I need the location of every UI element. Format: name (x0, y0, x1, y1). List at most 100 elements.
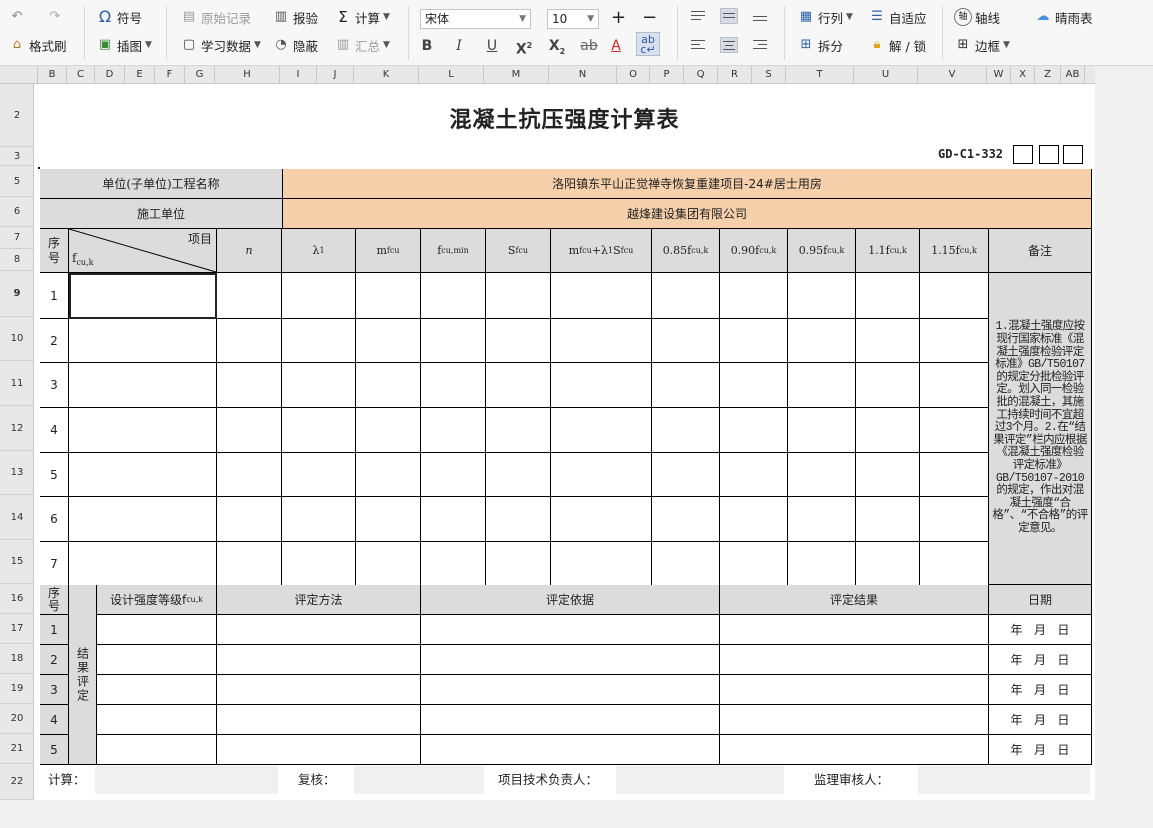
result-cell[interactable] (421, 645, 720, 675)
row-header[interactable]: 9 (0, 271, 34, 317)
column-header[interactable]: T (786, 66, 854, 84)
result-cell[interactable] (97, 645, 217, 675)
data-cell[interactable] (856, 319, 920, 363)
auto-fit-button[interactable]: ☰ 自适应 (868, 6, 926, 28)
data-cell[interactable] (486, 542, 551, 586)
subscript-icon[interactable]: X2 (547, 36, 567, 56)
data-cell[interactable] (856, 273, 920, 319)
result-cell[interactable] (720, 615, 989, 645)
font-name-select[interactable]: 宋体 ▼ (420, 9, 531, 29)
data-cell[interactable] (788, 542, 856, 586)
data-cell[interactable] (920, 497, 989, 542)
data-cell[interactable] (720, 408, 788, 453)
result-cell[interactable] (421, 735, 720, 765)
result-cell[interactable] (421, 705, 720, 735)
data-cell[interactable] (788, 273, 856, 319)
data-cell[interactable] (486, 453, 551, 497)
result-cell[interactable] (217, 675, 421, 705)
data-cell[interactable] (217, 319, 282, 363)
column-header[interactable]: V (918, 66, 987, 84)
data-cell[interactable] (551, 542, 652, 586)
data-cell[interactable] (720, 497, 788, 542)
data-cell[interactable] (217, 453, 282, 497)
date-cell[interactable]: 年 月 日 (989, 675, 1092, 705)
row-header[interactable]: 5 (0, 166, 34, 197)
symbol-button[interactable]: Ω 符号 (96, 6, 142, 28)
data-cell[interactable] (920, 542, 989, 586)
data-cell[interactable] (421, 319, 486, 363)
column-header[interactable]: H (215, 66, 280, 84)
redo-button[interactable]: ↷ (46, 6, 67, 28)
bold-icon[interactable]: B (417, 36, 437, 56)
column-header[interactable]: AB (1061, 66, 1085, 84)
data-cell[interactable] (356, 363, 421, 408)
project-value[interactable]: 洛阳镇东平山正觉禅寺恢复重建项目-24#居士用房 (283, 169, 1092, 199)
data-cell[interactable] (217, 408, 282, 453)
data-cell[interactable] (551, 363, 652, 408)
data-cell[interactable] (720, 453, 788, 497)
column-header[interactable]: K (354, 66, 419, 84)
insert-image-button[interactable]: ▣ 插图 ▼ (96, 34, 152, 56)
tech-lead-signature-field[interactable] (616, 766, 784, 794)
row-header[interactable]: 15 (0, 540, 34, 584)
italic-icon[interactable]: I (449, 36, 469, 56)
row-header[interactable]: 10 (0, 317, 34, 361)
hide-button[interactable]: ◔ 隐蔽 (272, 34, 318, 56)
date-cell[interactable]: 年 月 日 (989, 615, 1092, 645)
data-cell[interactable] (856, 453, 920, 497)
data-cell[interactable] (551, 273, 652, 319)
result-cell[interactable] (421, 675, 720, 705)
data-cell[interactable] (282, 273, 356, 319)
column-header[interactable]: L (419, 66, 484, 84)
data-cell[interactable] (788, 453, 856, 497)
data-cell[interactable] (551, 408, 652, 453)
row-header[interactable]: 13 (0, 451, 34, 495)
data-cell[interactable] (356, 453, 421, 497)
row-col-button[interactable]: ▦ 行列 ▼ (797, 6, 853, 28)
data-cell[interactable] (282, 542, 356, 586)
row-header[interactable]: 18 (0, 644, 34, 674)
align-center-icon[interactable] (720, 37, 738, 53)
data-cell[interactable] (486, 319, 551, 363)
align-middle-icon[interactable] (720, 8, 738, 24)
border-button[interactable]: ⊞ 边框 ▼ (954, 34, 1010, 56)
column-header[interactable]: Z (1035, 66, 1061, 84)
column-header[interactable]: X (1011, 66, 1035, 84)
row-header[interactable]: 6 (0, 197, 34, 227)
decrease-font-button[interactable]: − (642, 6, 657, 28)
data-cell[interactable] (551, 453, 652, 497)
data-cell[interactable] (282, 408, 356, 453)
column-header[interactable]: J (317, 66, 354, 84)
data-cell[interactable] (356, 273, 421, 319)
data-cell[interactable] (856, 497, 920, 542)
data-cell[interactable] (856, 363, 920, 408)
column-header[interactable]: M (484, 66, 549, 84)
data-cell[interactable] (920, 319, 989, 363)
column-header[interactable]: N (549, 66, 617, 84)
data-cell[interactable] (356, 542, 421, 586)
data-cell[interactable] (69, 542, 217, 586)
result-cell[interactable] (97, 735, 217, 765)
column-header[interactable]: S (752, 66, 786, 84)
data-cell[interactable] (652, 363, 720, 408)
data-cell[interactable] (69, 453, 217, 497)
data-cell[interactable] (486, 497, 551, 542)
row-header[interactable]: 8 (0, 249, 34, 271)
data-cell[interactable] (788, 408, 856, 453)
data-cell[interactable] (652, 453, 720, 497)
row-header[interactable]: 19 (0, 674, 34, 704)
row-header[interactable]: 20 (0, 704, 34, 734)
data-cell[interactable] (421, 497, 486, 542)
select-all-corner[interactable] (0, 66, 38, 84)
row-header[interactable]: 2 (0, 84, 34, 147)
result-cell[interactable] (97, 705, 217, 735)
data-cell[interactable] (282, 453, 356, 497)
data-cell[interactable] (856, 408, 920, 453)
result-cell[interactable] (217, 645, 421, 675)
calc-signature-field[interactable] (95, 766, 278, 794)
column-header[interactable]: B (38, 66, 67, 84)
align-left-icon[interactable] (689, 37, 707, 53)
result-cell[interactable] (217, 615, 421, 645)
column-header[interactable]: P (650, 66, 684, 84)
data-cell[interactable] (652, 542, 720, 586)
